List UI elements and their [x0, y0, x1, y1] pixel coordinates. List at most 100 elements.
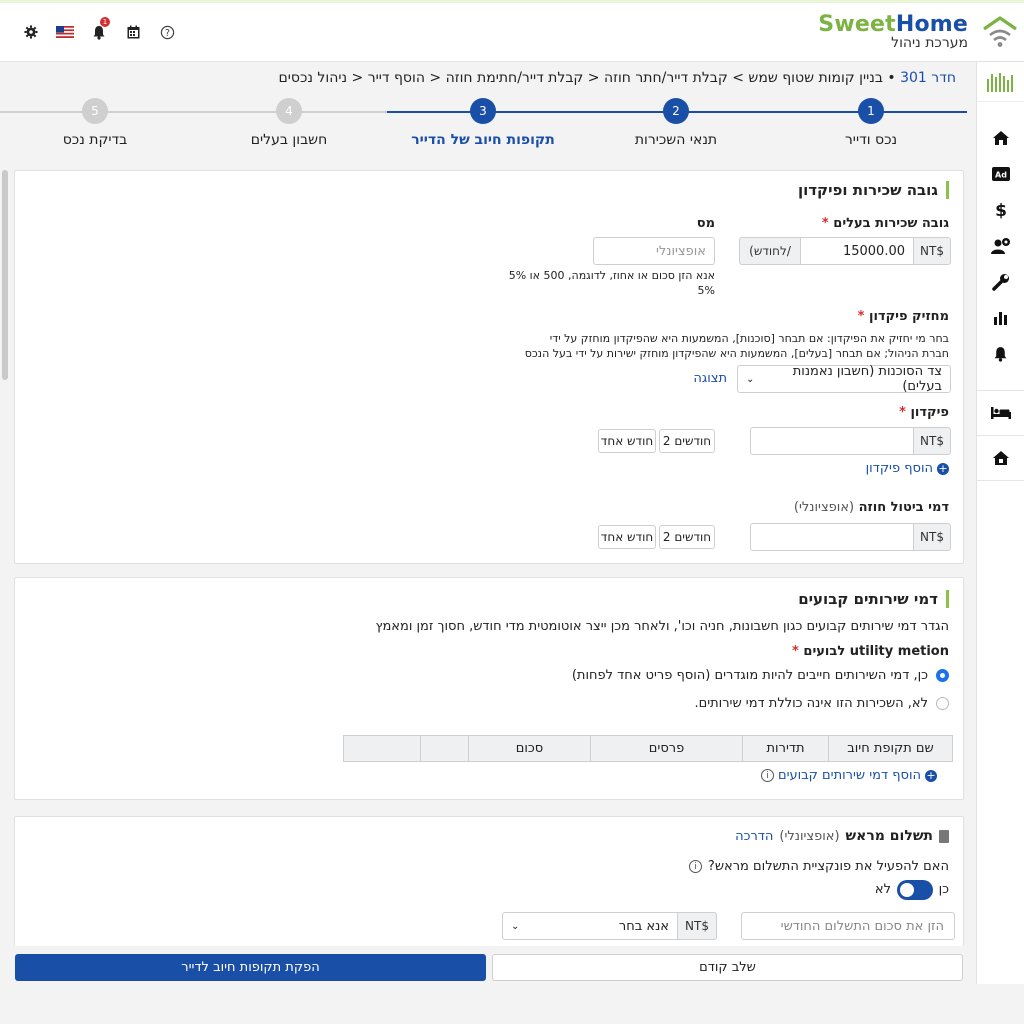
rent-currency-addon: NT$: [913, 237, 951, 265]
services-table-header: שם תקופת חיוב תדירות פרסים סכום: [343, 735, 953, 762]
sidebar-item-home[interactable]: [977, 120, 1024, 156]
cancel-fee-input[interactable]: [750, 523, 914, 551]
header-toolbar: 1 ?: [14, 17, 184, 44]
step-1-number: 1: [858, 98, 884, 124]
sidebar-item-tenants[interactable]: [977, 228, 1024, 264]
breadcrumb-room-link[interactable]: חדר 301: [900, 70, 956, 86]
help-icon[interactable]: ?: [150, 20, 184, 44]
gear-icon[interactable]: [14, 20, 48, 44]
toggle-knob: [900, 883, 914, 897]
prepayment-title: תשלום מראש: [845, 828, 933, 844]
deposit-amount-input[interactable]: [750, 427, 914, 455]
prepay-select[interactable]: אנא בחר ⌄: [502, 912, 678, 940]
prepayment-optional: (אופציונלי): [779, 828, 840, 844]
rent-amount-input[interactable]: 15000.00: [800, 237, 914, 265]
preview-link[interactable]: תצוגה: [693, 371, 727, 386]
sidebar-divider: [977, 480, 1024, 481]
deposit-one-month-button[interactable]: חודש אחד: [598, 429, 656, 453]
sidebar-item-reports[interactable]: [977, 300, 1024, 336]
page-scrollbar[interactable]: [2, 170, 8, 380]
step-4-label: חשבון בעלים: [250, 132, 328, 148]
brand-logo[interactable]: [976, 4, 1024, 60]
step-1[interactable]: 1 נכס ודייר: [776, 98, 966, 148]
sidebar-item-rooms[interactable]: [977, 395, 1024, 431]
plus-circle-icon: +: [937, 461, 949, 475]
deposit-currency-addon: NT$: [913, 427, 951, 455]
rent-label: גובה שכירות בעלים *: [821, 216, 949, 231]
toggle-no-label: לא: [874, 882, 891, 897]
sidebar-divider: [977, 435, 1024, 436]
sidebar-item-finance[interactable]: $: [977, 192, 1024, 228]
deposit-holder-select[interactable]: צד הסוכנות (חשבון נאמנות בעלים) ⌄: [737, 364, 951, 394]
prepayment-header: תשלום מראש (אופציונלי) הדרכה: [735, 828, 949, 844]
notification-badge: 1: [100, 17, 110, 27]
ad-icon: Ad: [991, 167, 1010, 181]
sidebar-item-maintenance[interactable]: [977, 264, 1024, 300]
brand-subtitle: מערכת ניהול: [891, 35, 968, 51]
calendar-icon[interactable]: [116, 20, 150, 44]
col-empty-1: [420, 736, 468, 761]
services-description: הגדר דמי שירותים קבועים כגון חשבונות, חנ…: [375, 619, 949, 634]
services-card-title: דמי שירותים קבועים: [798, 590, 949, 608]
toggle-yes-label: כן: [938, 882, 949, 897]
utility-label: utility metion לבועים *: [792, 644, 949, 659]
step-2-label: תנאי השכירות: [634, 132, 718, 148]
house-icon: [992, 451, 1009, 465]
deposit-holder-label: מחזיק פיקדון *: [857, 309, 949, 324]
step-2-number: 2: [663, 98, 689, 124]
chevron-down-icon: ⌄: [511, 920, 520, 932]
col-amount: סכום: [468, 736, 590, 761]
add-deposit-link[interactable]: + הוסף פיקדון: [866, 461, 949, 476]
step-3-number: 3: [470, 98, 496, 124]
tax-input[interactable]: אופציונלי: [593, 237, 715, 265]
col-billing-period-name: שם תקופת חיוב: [828, 736, 952, 761]
breadcrumb-path[interactable]: • בניין קומות שטוף שמש > קבלת דייר/חתר ח…: [278, 70, 895, 86]
us-flag-icon[interactable]: [48, 20, 82, 44]
step-4[interactable]: 4 חשבון בעלים: [194, 98, 384, 148]
sidebar-item-properties[interactable]: [977, 440, 1024, 476]
col-frequency: תדירות: [742, 736, 828, 761]
radio-unchecked-icon: [936, 697, 949, 710]
sidebar-item-notifications[interactable]: [977, 336, 1024, 372]
cancel-fee-one-month-button[interactable]: חודש אחד: [598, 525, 656, 549]
services-option-yes[interactable]: כן, דמי השירותים חייבים להיות מוגדרים (ה…: [572, 668, 949, 683]
header-accent-line: [0, 0, 1024, 3]
rent-deposit-card: גובה שכירות ופיקדון גובה שכירות בעלים * …: [14, 170, 964, 564]
breadcrumb: חדר 301 • בניין קומות שטוף שמש > קבלת די…: [278, 70, 956, 86]
chevron-down-icon: ⌄: [746, 373, 755, 385]
info-icon[interactable]: i: [760, 769, 774, 782]
dollar-icon: $: [995, 201, 1007, 219]
col-empty-2: [374, 736, 420, 761]
services-option-no[interactable]: לא, השכירות הזו אינה כוללת דמי שירותים.: [694, 696, 949, 711]
step-5[interactable]: 5 בדיקת נכס: [0, 98, 190, 148]
prepayment-question-row: האם להפעיל את פונקציית התשלום מראש? i: [688, 859, 949, 874]
wizard-stepper: 1 נכס ודייר 2 תנאי השכירות 3 תקופות חיוב…: [0, 98, 976, 154]
prepayment-guide-link[interactable]: הדרכה: [735, 829, 773, 844]
cancel-fee-currency-addon: NT$: [913, 523, 951, 551]
generate-billing-periods-button[interactable]: הפקת תקופות חיוב לדייר: [15, 954, 486, 981]
bar-chart-icon: [993, 312, 1007, 325]
cancel-fee-label: דמי ביטול חוזה (אופציונלי): [793, 500, 949, 515]
rent-period-addon: (לחודש/: [739, 237, 801, 265]
cancel-fee-two-months-button[interactable]: 2 חודשים: [659, 525, 715, 549]
step-2[interactable]: 2 תנאי השכירות: [581, 98, 771, 148]
add-fixed-service-link[interactable]: + הוסף דמי שירותים קבועים i: [760, 768, 937, 783]
prepayment-toggle[interactable]: [897, 880, 933, 900]
brand: SweetHome מערכת ניהול: [818, 12, 968, 51]
sidebar-item-ads[interactable]: Ad: [977, 156, 1024, 192]
sidebar-divider: [977, 390, 1024, 391]
previous-step-button[interactable]: שלב קודם: [492, 954, 963, 981]
tax-label: מס: [696, 216, 715, 231]
fixed-services-card: דמי שירותים קבועים הגדר דמי שירותים קבוע…: [14, 577, 964, 800]
step-3[interactable]: 3 תקופות חיוב של הדייר: [388, 98, 578, 148]
step-5-label: בדיקת נכס: [62, 132, 128, 148]
bed-icon: [990, 407, 1011, 419]
notification-bell-icon[interactable]: 1: [82, 17, 116, 44]
monthly-prepay-amount-input[interactable]: הזן את סכום התשלום החודשי: [741, 912, 955, 940]
info-icon[interactable]: i: [688, 860, 702, 873]
svg-text:Ad: Ad: [995, 171, 1007, 180]
prepay-currency-addon: NT$: [677, 912, 717, 940]
deposit-two-months-button[interactable]: 2 חודשים: [659, 429, 715, 453]
svg-text:?: ?: [165, 27, 170, 38]
document-icon: [939, 829, 949, 843]
